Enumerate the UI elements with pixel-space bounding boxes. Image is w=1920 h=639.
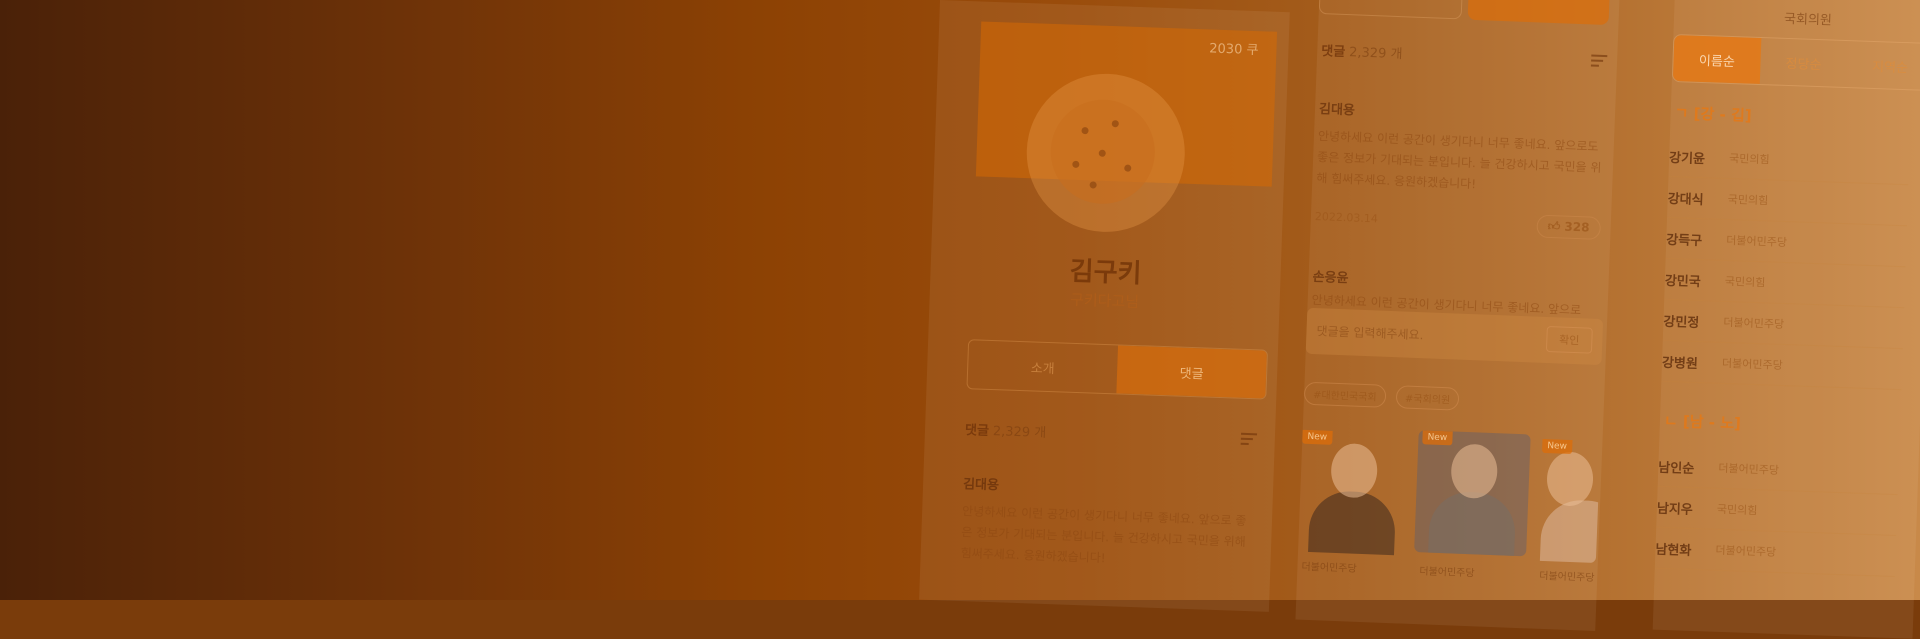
tab-by-party[interactable]: 정당순 <box>1759 38 1847 87</box>
member-party: 국민의힘 <box>1724 274 1766 290</box>
member-photo <box>1546 451 1595 507</box>
hashtag[interactable]: #대한민국국회 <box>1303 381 1387 408</box>
member-card[interactable]: New <box>1414 430 1531 557</box>
comments-count: 2,329 개 <box>1348 45 1403 63</box>
comment-author: 김대용 <box>1318 102 1356 119</box>
new-badge: New <box>1302 429 1333 445</box>
member-photo <box>1330 442 1379 499</box>
member-party: 국민의힘 <box>1728 151 1770 167</box>
tab-by-name[interactable]: 이름순 <box>1672 35 1762 85</box>
profile-tabs: 소개 댓글 <box>966 339 1268 400</box>
new-badge: New <box>1422 430 1453 446</box>
member-name: 강민국 <box>1664 273 1701 290</box>
like-count: 328 <box>1564 219 1590 235</box>
members-mockup: 국회의원 이름순 정당순 지역순 ㄱ [강 - 깁] 강기윤 국민의힘 강대식 국민… <box>1652 0 1920 639</box>
member-name: 남지우 <box>1656 501 1694 518</box>
member-party: 더불어민주당 <box>1301 561 1357 575</box>
comments-count: 2,329 개 <box>992 424 1047 441</box>
members-title: 국회의원 <box>1783 11 1833 29</box>
sort-tabs: 이름순 정당순 지역순 <box>1671 33 1920 92</box>
tab-comments[interactable]: 댓글 <box>1116 345 1267 399</box>
cookie-icon <box>1049 97 1157 206</box>
like-button[interactable]: 👍︎ 328 <box>1536 214 1601 240</box>
comment-date: 2022.03.14 <box>1314 209 1379 226</box>
member-party: 더불어민주당 <box>1419 566 1475 580</box>
member-row[interactable]: 강병원 더불어민주당 <box>1661 340 1903 391</box>
member-name: 강기윤 <box>1668 150 1706 167</box>
member-name: 남현화 <box>1655 542 1692 559</box>
thumbs-up-icon: 👍︎ <box>1547 218 1561 234</box>
hashtag[interactable]: #국회의원 <box>1395 385 1460 411</box>
member-name: 남인순 <box>1658 460 1695 477</box>
tab-intro[interactable]: 소개 <box>967 340 1118 393</box>
member-card[interactable]: New <box>1294 429 1411 556</box>
member-card[interactable]: New <box>1534 438 1601 564</box>
comment-text: 안녕하세요 이런 공간이 생기다니 너무 좋네요. 앞으로 좋은 정보가 기대되… <box>960 504 1247 566</box>
comment-author: 손응윤 <box>1312 269 1349 287</box>
member-name: 강민정 <box>1663 314 1700 331</box>
comments-mockup: 댓글 2,329 개 김대용 안녕하세요 이런 공간이 생기다니 너무 좋네요. … <box>1294 0 1620 632</box>
comments-label: 댓글 <box>964 423 990 439</box>
member-party: 더불어민주당 <box>1726 233 1788 250</box>
comments-label: 댓글 <box>1320 44 1346 61</box>
member-party: 더불어민주당 <box>1718 461 1780 477</box>
group-heading: ㄴ [남 - 노] <box>1663 411 1742 433</box>
group-heading: ㄱ [강 - 깁] <box>1674 104 1752 125</box>
member-party: 국민의힘 <box>1716 502 1758 518</box>
member-row[interactable]: 남현화 더불어민주당 <box>1654 527 1897 578</box>
comment-author: 김대용 <box>962 477 1000 494</box>
profile-mockup: 2030 쿠 김구키 구키다고님 소개 댓글 댓글 2,329 개 김대용 안녕하… <box>919 0 1290 612</box>
comment-text: 안녕하세요 이런 공간이 생기다니 너무 좋네요. 앞으로도 좋은 정보가 기대… <box>1316 129 1602 192</box>
tab-by-region[interactable]: 지역순 <box>1846 41 1920 90</box>
member-party: 더불어민주당 <box>1723 315 1785 332</box>
sort-icon[interactable] <box>1240 430 1262 447</box>
member-party: 더불어민주당 <box>1539 570 1595 584</box>
member-name: 강병원 <box>1661 355 1699 372</box>
member-party: 더불어민주당 <box>1721 356 1783 372</box>
member-party: 더불어민주당 <box>1715 543 1777 559</box>
submit-button[interactable]: 확인 <box>1545 325 1593 354</box>
date-label: 2030 쿠 <box>1209 41 1259 59</box>
new-badge: New <box>1542 438 1573 455</box>
member-name: 강득구 <box>1666 232 1703 249</box>
sort-icon[interactable] <box>1590 52 1612 69</box>
comment-input-placeholder: 댓글을 입력해주세요. <box>1316 324 1424 343</box>
member-photo <box>1450 443 1499 500</box>
member-name: 강대식 <box>1667 191 1704 208</box>
member-party: 국민의힘 <box>1727 192 1769 208</box>
